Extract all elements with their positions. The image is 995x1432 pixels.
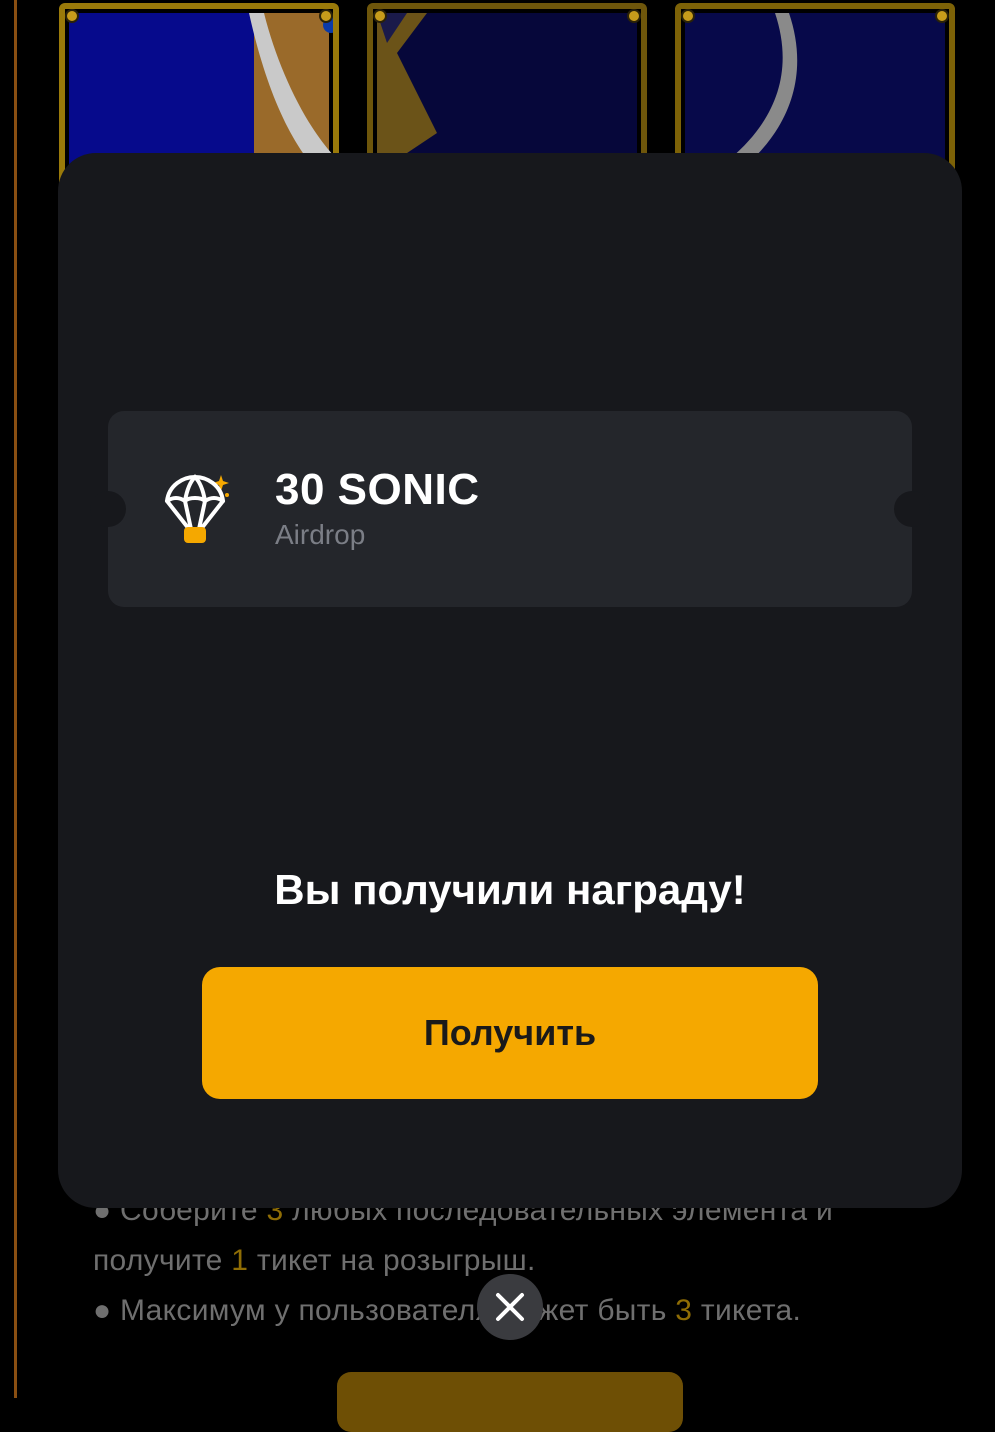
- reward-amount: 30 SONIC: [275, 465, 480, 514]
- ticket-notch-left: [90, 491, 126, 527]
- claim-button[interactable]: Получить: [202, 967, 818, 1099]
- reward-ticket: 30 SONIC Airdrop: [90, 411, 930, 607]
- close-icon: [496, 1293, 524, 1321]
- ticket-notch-right: [894, 491, 930, 527]
- reward-type: Airdrop: [275, 519, 366, 550]
- parachute-airdrop-icon: [163, 471, 233, 547]
- close-button[interactable]: [477, 1274, 543, 1340]
- reward-title: Вы получили награду!: [274, 866, 746, 913]
- reward-modal: 30 SONIC Airdrop Вы получили награду! По…: [58, 153, 962, 1208]
